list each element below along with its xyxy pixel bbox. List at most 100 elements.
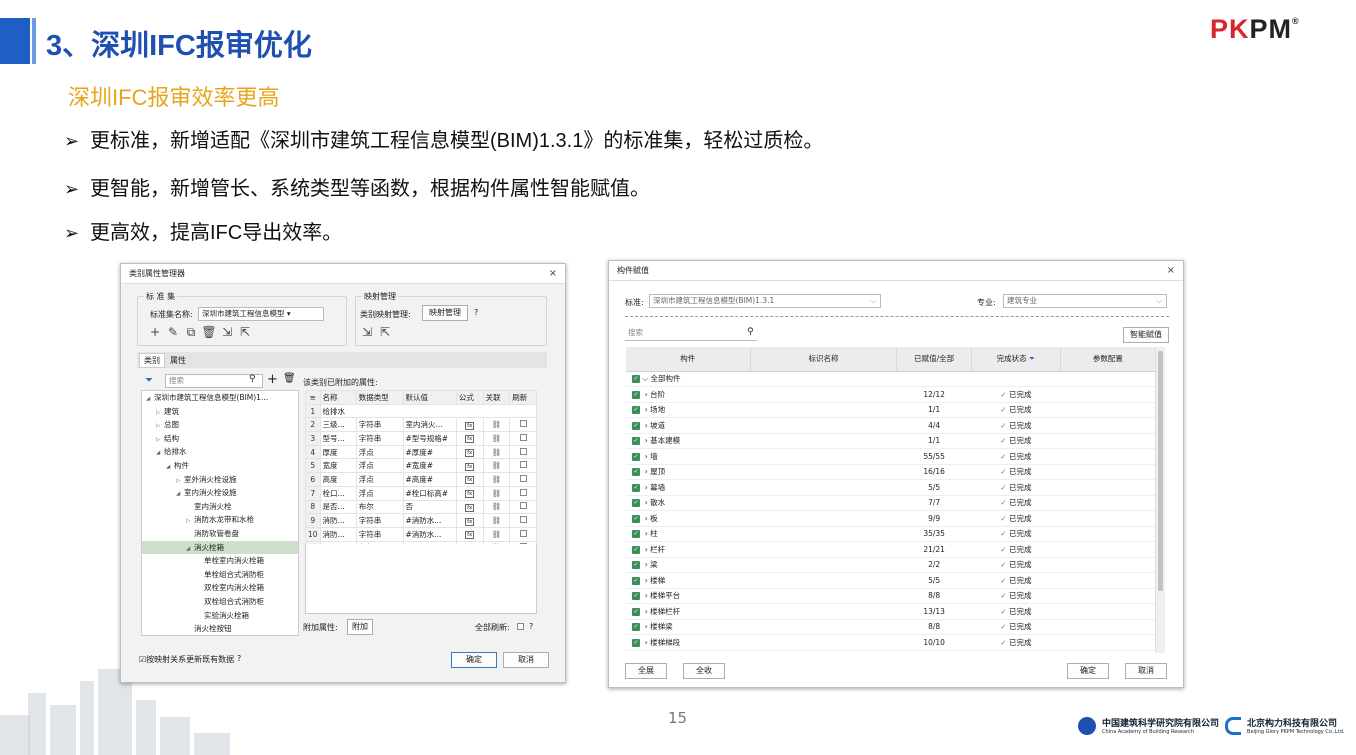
table-scrollbar[interactable] bbox=[1155, 347, 1165, 653]
table-row[interactable]: ✓ › 幕墙 5/5 ✓ 已完成 bbox=[626, 479, 1156, 496]
expand-all-button[interactable]: 全展 bbox=[625, 663, 667, 679]
checkbox-checked-icon[interactable]: ✓ bbox=[632, 437, 640, 446]
tab-category[interactable]: 类别 bbox=[139, 353, 165, 368]
table-column-header[interactable]: 完成状态 ⏷ bbox=[971, 347, 1061, 372]
formula-icon[interactable]: fx bbox=[465, 503, 475, 512]
grid-row[interactable]: 2 三级... 字符串 室内消火... fx ⛓ bbox=[305, 417, 537, 433]
standard-set-select[interactable]: 深圳市建筑工程信息模型 ▾ bbox=[198, 307, 324, 321]
delete-icon[interactable]: 🗑 bbox=[200, 325, 218, 339]
table-row[interactable]: ✓ › 散水 7/7 ✓ 已完成 bbox=[626, 495, 1156, 511]
checkbox-checked-icon[interactable]: ✓ bbox=[632, 452, 640, 461]
smart-assign-button[interactable]: 智能赋值 bbox=[1123, 327, 1169, 343]
table-row[interactable]: ✓ › 台阶 12/12 ✓ 已完成 bbox=[626, 386, 1156, 403]
help-icon[interactable]: ? bbox=[474, 308, 478, 317]
table-row[interactable]: ✓ › 楼梯梯段 10/10 ✓ 已完成 bbox=[626, 634, 1156, 651]
export-icon[interactable]: ⇱ bbox=[236, 325, 254, 339]
grid-row[interactable]: 7 栓口... 浮点 #栓口标高# fx ⛓ bbox=[305, 485, 537, 501]
refresh-checkbox[interactable] bbox=[519, 420, 527, 428]
table-row[interactable]: ✓ › 基本建模 1/1 ✓ 已完成 bbox=[626, 433, 1156, 449]
refresh-checkbox[interactable] bbox=[519, 502, 527, 510]
checkbox-checked-icon[interactable]: ✓ bbox=[632, 390, 640, 399]
table-row[interactable]: ✓ › 板 9/9 ✓ 已完成 bbox=[626, 510, 1156, 527]
tree-item[interactable]: ▷ 室外消火栓设施 bbox=[142, 473, 298, 487]
tree-item[interactable]: ◢ 构件 bbox=[142, 459, 298, 473]
grid-row[interactable]: 8 是否... 布尔否 fx ⛓ bbox=[305, 499, 537, 515]
tab-attribute[interactable]: 属性 bbox=[165, 353, 191, 368]
tree-item[interactable]: ◢ 深圳市建筑工程信息模型(BIM)1... bbox=[142, 391, 298, 405]
link-icon[interactable]: ⛓ bbox=[482, 526, 511, 542]
ok-button[interactable]: 确定 bbox=[1067, 663, 1109, 679]
table-row[interactable]: ✓ › 场地 1/1 ✓ 已完成 bbox=[626, 402, 1156, 418]
grid-column-header[interactable]: 公式 bbox=[455, 390, 484, 405]
table-row[interactable]: ✓ › 梁 2/2 ✓ 已完成 bbox=[626, 557, 1156, 573]
component-search-input[interactable]: 搜索 bbox=[625, 327, 757, 341]
tree-item[interactable]: ◢ 消火栓箱 bbox=[142, 540, 298, 555]
tree-item[interactable]: 消防软管卷盘 bbox=[142, 527, 298, 541]
attribute-grid[interactable]: ≡ 名称 数据类型 默认值 公式 关联 刷新 1 给排水 2 三级... 字符串 室内消火... fx ⛓ 3… bbox=[305, 390, 538, 556]
table-row[interactable]: ✓ › 楼梯 5/5 ✓ 已完成 bbox=[626, 572, 1156, 589]
refresh-checkbox[interactable] bbox=[519, 474, 527, 482]
grid-row[interactable]: 1 给排水 bbox=[305, 403, 538, 419]
table-row[interactable]: ✓ › 坡道 4/4 ✓ 已完成 bbox=[626, 417, 1156, 434]
add-category-icon[interactable]: + bbox=[267, 372, 278, 387]
collapse-all-button[interactable]: 全收 bbox=[683, 663, 725, 679]
table-row[interactable]: ✓ › 楼梯梁 8/8 ✓ 已完成 bbox=[626, 619, 1156, 635]
grid-row[interactable]: 9 消防... 字符串 #消防水... fx ⛓ bbox=[305, 513, 537, 528]
grid-row[interactable]: 10 消防... 字符串 #消防水... fx ⛓ bbox=[305, 526, 537, 542]
ok-button[interactable]: 确定 bbox=[451, 652, 497, 668]
checkbox-checked-icon[interactable]: ✓ bbox=[632, 499, 640, 508]
refresh-checkbox[interactable] bbox=[519, 516, 527, 524]
checkbox-checked-icon[interactable]: ✓ bbox=[632, 545, 640, 554]
table-column-header[interactable]: 参数配置 bbox=[1060, 347, 1157, 372]
tree-item[interactable]: 消火栓按钮 bbox=[142, 622, 298, 635]
import-icon[interactable]: ⇲ bbox=[218, 325, 236, 339]
grid-row[interactable]: 4 厚度 浮点 #厚度# fx ⛓ bbox=[305, 444, 537, 460]
category-tree[interactable]: ◢ 深圳市建筑工程信息模型(BIM)1... ▷ 建筑 ▷ 总图 ▷ 结构 ◢ 给排水 ◢ 构件 ▷ 室外… bbox=[141, 390, 299, 636]
delete-category-icon[interactable]: 🗑 bbox=[283, 373, 296, 384]
update-existing-checkbox[interactable]: ☑按映射关系更新既有数据 bbox=[139, 654, 234, 665]
formula-icon[interactable]: fx bbox=[465, 476, 475, 485]
link-icon[interactable]: ⛓ bbox=[482, 485, 511, 501]
formula-icon[interactable]: fx bbox=[465, 462, 475, 471]
copy-icon[interactable]: ⧉ bbox=[182, 325, 200, 340]
grid-row[interactable]: 5 宽度 浮点 #宽度# fx ⛓ bbox=[305, 458, 537, 474]
formula-icon[interactable]: fx bbox=[465, 490, 475, 499]
tree-item[interactable]: ▷ 消防水龙带和水枪 bbox=[142, 513, 298, 527]
grid-column-header[interactable]: 名称 bbox=[319, 390, 357, 405]
checkbox-checked-icon[interactable]: ✓ bbox=[632, 592, 640, 601]
link-icon[interactable]: ⛓ bbox=[482, 417, 511, 433]
table-row-root[interactable]: ✓ ⌵ 全部构件 bbox=[626, 371, 1156, 387]
checkbox-checked-icon[interactable]: ✓ bbox=[632, 576, 640, 585]
checkbox-checked-icon[interactable]: ✓ bbox=[632, 623, 640, 632]
add-icon[interactable]: + bbox=[146, 325, 164, 339]
table-column-header[interactable]: 构件 bbox=[626, 347, 751, 372]
table-row[interactable]: ✓ › 墙 55/55 ✓ 已完成 bbox=[626, 448, 1156, 465]
tree-item[interactable]: ▷ 建筑 bbox=[142, 405, 298, 419]
formula-icon[interactable]: fx bbox=[465, 421, 475, 430]
tree-item[interactable]: 实验消火栓箱 bbox=[142, 609, 298, 623]
mapping-manage-button[interactable]: 映射管理 bbox=[422, 305, 468, 321]
edit-icon[interactable]: ✎ bbox=[164, 325, 182, 339]
tree-item[interactable]: 室内消火栓 bbox=[142, 500, 298, 514]
grid-column-header[interactable]: 关联 bbox=[482, 390, 511, 405]
grid-column-header[interactable]: 数据类型 bbox=[355, 390, 404, 405]
checkbox-checked-icon[interactable]: ✓ bbox=[632, 514, 640, 523]
tree-item[interactable]: ▷ 总图 bbox=[142, 418, 298, 432]
table-column-header[interactable]: 标识名称 bbox=[750, 347, 898, 372]
tree-item[interactable]: ◢ 室内消火栓设施 bbox=[142, 486, 298, 500]
tree-item[interactable]: 双栓室内消火栓箱 bbox=[142, 581, 298, 595]
formula-icon[interactable]: fx bbox=[465, 531, 475, 540]
table-row[interactable]: ✓ › 屋顶 16/16 ✓ 已完成 bbox=[626, 464, 1156, 480]
attach-button[interactable]: 附加 bbox=[347, 619, 373, 635]
table-row[interactable]: ✓ › 柱 35/35 ✓ 已完成 bbox=[626, 526, 1156, 542]
grid-row[interactable]: 6 高度 浮点 #高度# fx ⛓ bbox=[305, 472, 537, 487]
link-icon[interactable]: ⛓ bbox=[482, 431, 511, 446]
tree-item[interactable]: ▷ 结构 bbox=[142, 432, 298, 446]
checkbox-checked-icon[interactable]: ✓ bbox=[632, 468, 640, 477]
table-row[interactable]: ✓ › 楼梯平台 8/8 ✓ 已完成 bbox=[626, 588, 1156, 604]
tree-item[interactable]: 双栓组合式消防柜 bbox=[142, 595, 298, 609]
search-icon[interactable]: ⚲ bbox=[747, 327, 754, 337]
link-icon[interactable]: ⛓ bbox=[482, 513, 511, 528]
checkbox-checked-icon[interactable]: ✓ bbox=[632, 483, 640, 492]
major-select[interactable]: 建筑专业 ⌵ bbox=[1003, 294, 1167, 308]
